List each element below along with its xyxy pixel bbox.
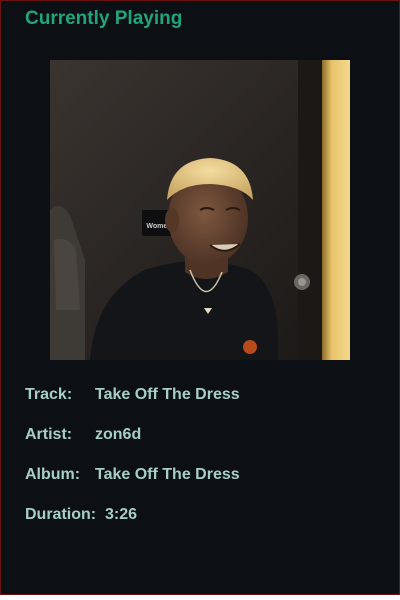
album-art-photo: Women xyxy=(50,60,350,360)
album-label: Album: xyxy=(25,466,81,483)
track-label: Track: xyxy=(25,386,73,403)
album-row: Album: Take Off The Dress xyxy=(25,465,240,485)
artist-row: Artist: zon6d xyxy=(25,425,141,445)
track-value: Take Off The Dress xyxy=(95,386,240,403)
track-row: Track: Take Off The Dress xyxy=(25,385,240,405)
now-playing-panel: Currently Playing Women Track: Take Off … xyxy=(0,0,400,595)
album-value: Take Off The Dress xyxy=(95,466,240,483)
duration-row: Duration: 3:26 xyxy=(25,505,137,525)
artist-value: zon6d xyxy=(95,426,142,443)
duration-value: 3:26 xyxy=(105,506,138,523)
album-art: Women xyxy=(50,60,350,360)
artist-label: Artist: xyxy=(25,426,73,443)
duration-label: Duration: xyxy=(25,506,97,523)
page-title: Currently Playing xyxy=(25,8,183,29)
